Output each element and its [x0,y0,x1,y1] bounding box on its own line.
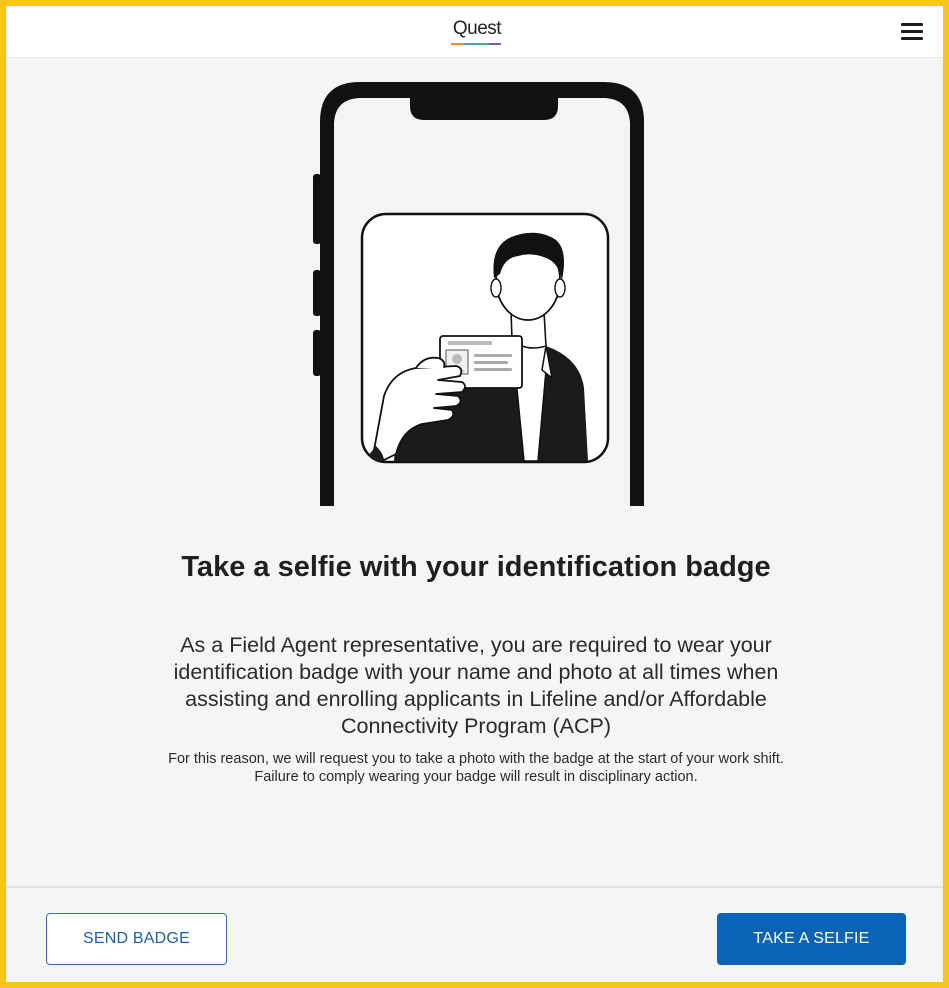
requirement-description: As a Field Agent representative, you are… [173,633,779,738]
action-footer: SEND BADGE TAKE A SELFIE [6,886,943,982]
disciplinary-note: For this reason, we will request you to … [168,751,784,785]
page-title: Take a selfie with your identification b… [181,551,771,583]
top-header: Quest [6,6,943,58]
logo-text: Quest [452,18,502,39]
take-selfie-button[interactable]: TAKE A SELFIE [717,913,906,965]
hamburger-menu-icon[interactable] [899,20,925,42]
logo-underline [451,43,501,45]
send-badge-button[interactable]: SEND BADGE [46,913,227,965]
app-frame: Quest Take a selfie with your identifica… [0,0,949,988]
phone-selfie-illustration [313,82,644,506]
quest-logo[interactable]: Quest [451,18,503,45]
